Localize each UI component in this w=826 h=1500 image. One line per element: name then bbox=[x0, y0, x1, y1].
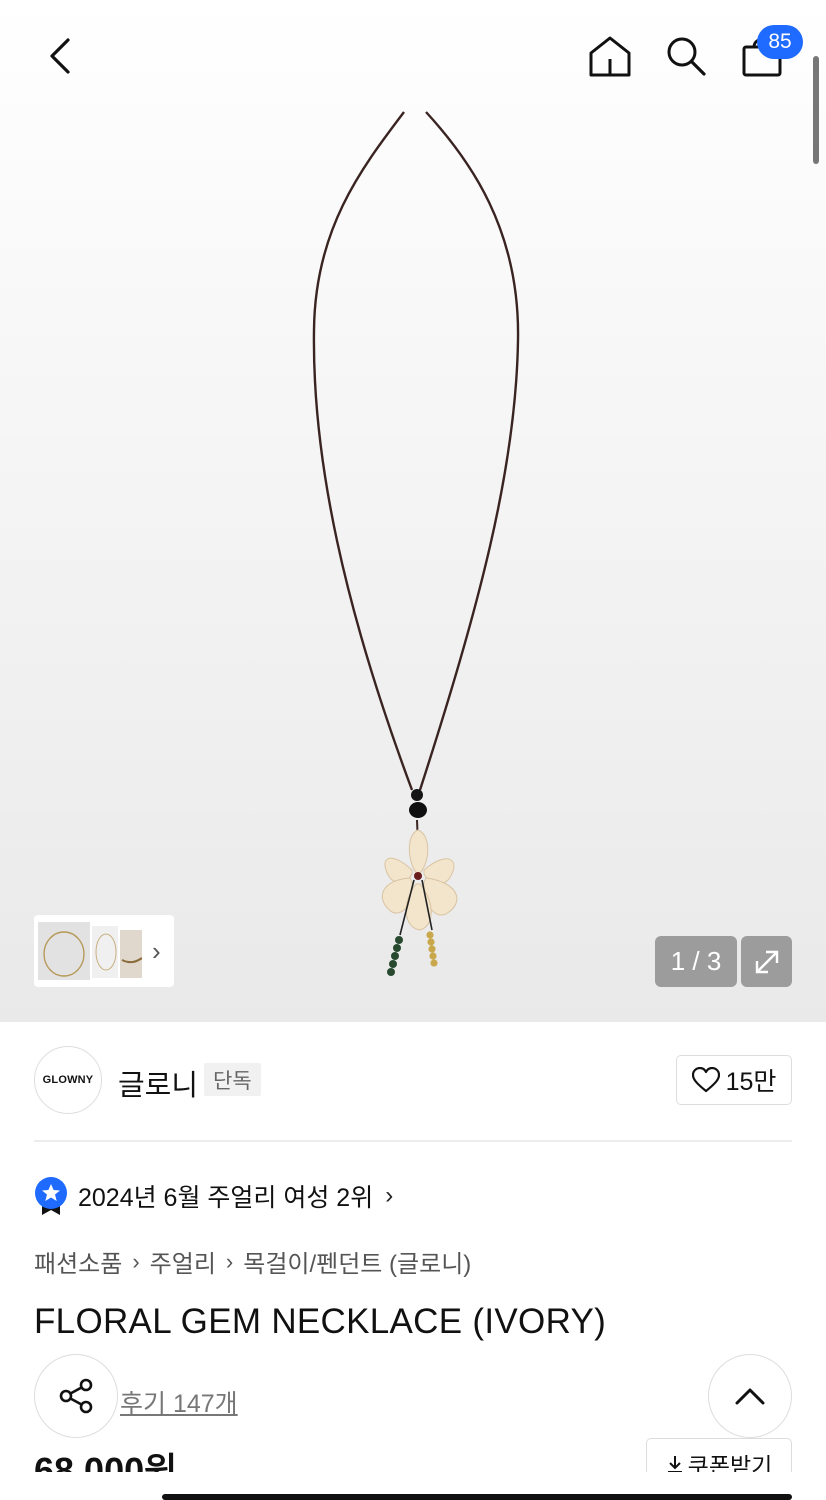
chevron-up-icon bbox=[735, 1388, 765, 1405]
ranking-badge-icon bbox=[35, 1177, 67, 1215]
thumbnail-image[interactable] bbox=[38, 920, 142, 982]
expand-arrows-icon bbox=[755, 950, 778, 973]
image-page-indicator: 1 / 3 bbox=[655, 936, 737, 987]
exclusive-tag: 단독 bbox=[204, 1063, 261, 1096]
divider bbox=[34, 1140, 792, 1142]
thumbnail-next-icon[interactable]: › bbox=[152, 936, 161, 967]
share-icon bbox=[59, 1378, 93, 1414]
home-indicator[interactable] bbox=[162, 1494, 792, 1500]
heart-outline-icon bbox=[691, 1067, 720, 1093]
brand-name[interactable]: 글로니 bbox=[118, 1062, 198, 1104]
scrollbar[interactable] bbox=[813, 56, 819, 164]
brand-row: GLOWNY 글로니 단독 15만 bbox=[34, 1046, 792, 1114]
chevron-right-icon: › bbox=[225, 1248, 234, 1274]
search-icon bbox=[667, 37, 706, 76]
download-icon bbox=[667, 1456, 682, 1473]
brand-logo[interactable]: GLOWNY bbox=[34, 1046, 102, 1114]
home-button[interactable] bbox=[582, 28, 638, 84]
breadcrumb-item[interactable]: 주얼리 bbox=[150, 1244, 216, 1279]
expand-image-button[interactable] bbox=[741, 936, 792, 987]
ranking-text: 2024년 6월 주얼리 여성 2위 bbox=[78, 1184, 374, 1212]
search-button[interactable] bbox=[658, 28, 714, 84]
chevron-right-icon: › bbox=[132, 1248, 140, 1274]
cart-count-badge: 85 bbox=[757, 25, 803, 59]
product-title: FLORAL GEM NECKLACE (IVORY) bbox=[34, 1302, 607, 1341]
back-button[interactable] bbox=[30, 28, 90, 84]
product-image bbox=[312, 111, 520, 976]
home-icon bbox=[589, 36, 631, 77]
thumbnail-strip[interactable]: › bbox=[34, 915, 174, 987]
like-button[interactable]: 15만 bbox=[676, 1055, 792, 1105]
review-link[interactable]: 후기 147개 bbox=[120, 1384, 238, 1420]
breadcrumb-item[interactable]: 목걸이/펜던트 (글로니) bbox=[243, 1244, 471, 1279]
chevron-left-icon bbox=[50, 38, 70, 74]
product-image-gallery[interactable]: 85 › 1 / 3 bbox=[0, 0, 826, 1022]
scroll-top-button[interactable] bbox=[708, 1354, 792, 1438]
ranking-link[interactable]: 2024년 6월 주얼리 여성 2위 › bbox=[34, 1174, 393, 1218]
chevron-right-icon: › bbox=[385, 1182, 394, 1209]
top-navigation-bar: 85 bbox=[0, 0, 826, 110]
breadcrumb-item[interactable]: 패션소품 bbox=[34, 1244, 122, 1279]
share-button[interactable] bbox=[34, 1354, 118, 1438]
flower-pendant bbox=[381, 829, 458, 931]
breadcrumb: 패션소품 › 주얼리 › 목걸이/펜던트 (글로니) bbox=[34, 1244, 471, 1279]
like-count: 15만 bbox=[725, 1068, 777, 1096]
